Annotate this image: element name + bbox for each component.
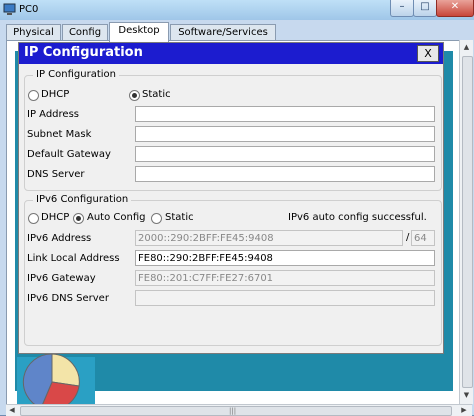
ipv6-dhcp-radio[interactable]: [28, 213, 39, 224]
scroll-up-arrow-icon[interactable]: ▲: [460, 40, 473, 54]
ipv6-gateway-label: IPv6 Gateway: [27, 273, 96, 284]
dialog-close-button[interactable]: X: [417, 45, 439, 62]
ipv6-status-text: IPv6 auto config successful.: [288, 212, 427, 223]
ipv6-static-radio[interactable]: [151, 213, 162, 224]
dialog-header: IP Configuration X: [19, 43, 443, 64]
ipv6-prefix-field[interactable]: 64: [411, 230, 435, 246]
subnet-mask-label: Subnet Mask: [27, 129, 92, 140]
maximize-button[interactable]: □: [413, 0, 437, 17]
window-titlebar: PC0 – □ ✕: [0, 0, 474, 21]
link-local-address-field[interactable]: FE80::290:2BFF:FE45:9408: [135, 250, 435, 266]
ip-address-label: IP Address: [27, 109, 79, 120]
ipv6-group-label: IPv6 Configuration: [33, 194, 132, 205]
dns-server-field[interactable]: [135, 166, 435, 182]
ipv6-address-label: IPv6 Address: [27, 233, 92, 244]
ipv4-config-group: IP Configuration DHCP Static IP Address …: [24, 69, 442, 191]
ipv4-dhcp-radio[interactable]: [28, 90, 39, 101]
ipv6-address-field[interactable]: 2000::290:2BFF:FE45:9408: [135, 230, 403, 246]
pie-chart-icon[interactable]: [17, 352, 87, 412]
ip-configuration-dialog: IP Configuration X IP Configuration DHCP…: [18, 42, 444, 354]
default-gateway-label: Default Gateway: [27, 149, 111, 160]
default-gateway-field[interactable]: [135, 146, 435, 162]
ipv6-auto-config-radio[interactable]: [73, 213, 84, 224]
minimize-button[interactable]: –: [390, 0, 414, 17]
ip-address-field[interactable]: [135, 106, 435, 122]
scroll-left-arrow-icon[interactable]: ◀: [6, 405, 18, 416]
ipv6-static-label[interactable]: Static: [165, 212, 194, 223]
vertical-scrollbar[interactable]: ▲ ▼: [459, 40, 473, 404]
ipv6-dns-server-label: IPv6 DNS Server: [27, 293, 109, 304]
close-window-button[interactable]: ✕: [436, 0, 474, 17]
tab-desktop[interactable]: Desktop: [109, 22, 169, 42]
ipv4-dhcp-label[interactable]: DHCP: [41, 89, 69, 100]
dialog-title: IP Configuration: [24, 45, 143, 60]
ipv6-dhcp-label[interactable]: DHCP: [41, 212, 69, 223]
subnet-mask-field[interactable]: [135, 126, 435, 142]
prefix-separator: /: [406, 232, 410, 243]
tab-config[interactable]: Config: [62, 24, 108, 41]
pc-icon: [3, 3, 16, 15]
window-title: PC0: [19, 4, 39, 15]
scroll-down-arrow-icon[interactable]: ▼: [460, 388, 473, 402]
ipv6-dns-server-field[interactable]: [135, 290, 435, 306]
horizontal-scrollbar[interactable]: ◀ ||| ▶: [6, 404, 472, 416]
dns-server-label: DNS Server: [27, 169, 85, 180]
ipv4-group-label: IP Configuration: [33, 69, 119, 80]
ipv6-config-group: IPv6 Configuration DHCP Auto Config Stat…: [24, 194, 442, 346]
ipv4-static-radio[interactable]: [129, 90, 140, 101]
scroll-grip-icon: |||: [229, 407, 237, 415]
ipv4-static-label[interactable]: Static: [142, 89, 171, 100]
tab-physical[interactable]: Physical: [6, 24, 61, 41]
scroll-right-arrow-icon[interactable]: ▶: [458, 405, 470, 416]
ipv6-gateway-field[interactable]: FE80::201:C7FF:FE27:6701: [135, 270, 435, 286]
link-local-address-label: Link Local Address: [27, 253, 120, 264]
ipv6-auto-config-label[interactable]: Auto Config: [87, 212, 145, 223]
tab-software-services[interactable]: Software/Services: [170, 24, 276, 41]
vertical-scroll-thumb[interactable]: [462, 56, 473, 388]
